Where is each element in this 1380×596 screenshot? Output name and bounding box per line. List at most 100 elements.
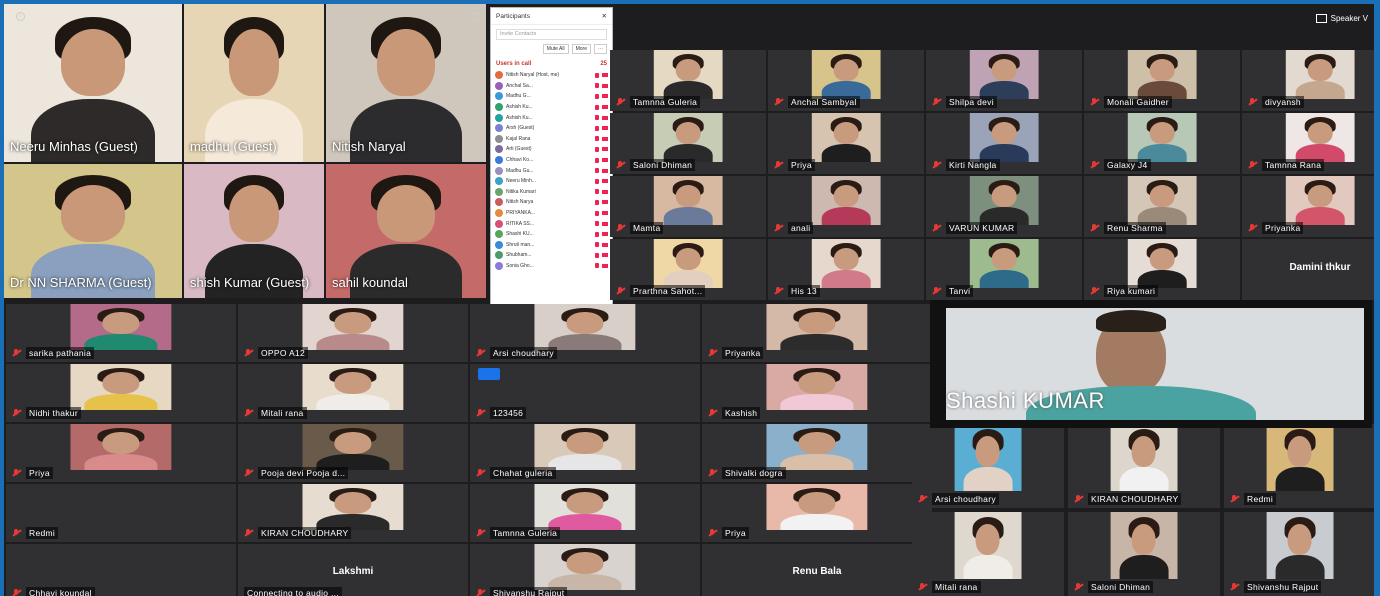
- video-tile[interactable]: divyansh: [1242, 50, 1374, 111]
- featured-video-tile[interactable]: Dr NN SHARMA (Guest): [4, 164, 182, 298]
- mic-muted-icon[interactable]: [595, 199, 599, 205]
- mic-muted-icon[interactable]: [595, 221, 599, 227]
- video-tile[interactable]: Redmi: [6, 484, 236, 542]
- video-off-icon[interactable]: [602, 253, 608, 258]
- video-off-icon[interactable]: [602, 158, 608, 163]
- participant-list-item[interactable]: Sonia Gho...: [491, 261, 612, 272]
- info-icon[interactable]: i: [16, 12, 25, 21]
- close-icon[interactable]: ✕: [602, 12, 607, 20]
- video-off-icon[interactable]: [602, 263, 608, 268]
- video-tile[interactable]: sarika pathania: [6, 304, 236, 362]
- video-tile[interactable]: 123456: [470, 364, 700, 422]
- mic-muted-icon[interactable]: [595, 263, 599, 269]
- video-off-icon[interactable]: [602, 136, 608, 141]
- video-tile[interactable]: Chahat guleria: [470, 424, 700, 482]
- participant-list-item[interactable]: Ashish Ku...: [491, 102, 612, 113]
- mic-muted-icon[interactable]: [595, 168, 599, 174]
- more-options-icon[interactable]: ⋯: [594, 44, 607, 54]
- video-off-icon[interactable]: [602, 242, 608, 247]
- video-tile[interactable]: Mitali rana: [912, 512, 1064, 596]
- mic-muted-icon[interactable]: [595, 83, 599, 89]
- video-off-icon[interactable]: [602, 189, 608, 194]
- video-tile[interactable]: Shivanshu Rajput: [1224, 512, 1374, 596]
- mic-muted-icon[interactable]: [595, 136, 599, 142]
- video-off-icon[interactable]: [602, 73, 608, 78]
- participant-list-item[interactable]: Nitish Naryal (Host, me): [491, 70, 612, 81]
- video-off-icon[interactable]: [602, 115, 608, 120]
- video-tile[interactable]: VARUN KUMAR: [926, 176, 1082, 237]
- video-tile[interactable]: His 13: [768, 239, 924, 300]
- video-off-icon[interactable]: [602, 232, 608, 237]
- video-off-icon[interactable]: [602, 147, 608, 152]
- screen-share-icon[interactable]: [478, 368, 500, 380]
- video-tile[interactable]: Tamnna Rana: [1242, 113, 1374, 174]
- video-off-icon[interactable]: [602, 168, 608, 173]
- video-tile[interactable]: Damini thkur: [1242, 239, 1374, 300]
- participant-list-item[interactable]: Arti (Guest): [491, 144, 612, 155]
- more-button[interactable]: More: [571, 44, 591, 54]
- video-tile[interactable]: Shivalki dogra: [702, 424, 932, 482]
- video-tile[interactable]: Pooja devi Pooja d...: [238, 424, 468, 482]
- video-off-icon[interactable]: [602, 200, 608, 205]
- video-tile[interactable]: Priya: [6, 424, 236, 482]
- video-off-icon[interactable]: [602, 179, 608, 184]
- participant-list-item[interactable]: Anchal Sa...: [491, 81, 612, 92]
- video-tile[interactable]: Mamta: [610, 176, 766, 237]
- video-tile[interactable]: Renu Bala: [702, 544, 932, 596]
- featured-video-tile[interactable]: Nitish Naryal: [326, 4, 486, 162]
- featured-video-tile[interactable]: madhu (Guest): [184, 4, 324, 162]
- participant-list-item[interactable]: Ashish Ku...: [491, 112, 612, 123]
- video-tile[interactable]: anali: [768, 176, 924, 237]
- video-tile[interactable]: Monali Gaidher: [1084, 50, 1240, 111]
- video-off-icon[interactable]: [602, 221, 608, 226]
- featured-video-tile[interactable]: shish Kumar (Guest): [184, 164, 324, 298]
- participant-list-item[interactable]: Nitika Kumari: [491, 187, 612, 198]
- participant-list-item[interactable]: Shubham...: [491, 250, 612, 261]
- users-in-call-section[interactable]: Users in call 25: [491, 58, 612, 70]
- video-tile[interactable]: Tanvi: [926, 239, 1082, 300]
- mic-muted-icon[interactable]: [595, 72, 599, 78]
- video-off-icon[interactable]: [602, 83, 608, 88]
- video-tile[interactable]: Prarthna Sahot...: [610, 239, 766, 300]
- video-tile[interactable]: KIRAN CHOUDHARY: [238, 484, 468, 542]
- speaker-view-button[interactable]: Speaker V: [1315, 14, 1368, 23]
- mic-muted-icon[interactable]: [595, 115, 599, 121]
- video-tile[interactable]: KIRAN CHOUDHARY: [1068, 424, 1220, 508]
- mic-muted-icon[interactable]: [595, 210, 599, 216]
- video-tile[interactable]: Tamnna Guleria: [470, 484, 700, 542]
- mic-muted-icon[interactable]: [595, 146, 599, 152]
- video-tile[interactable]: Priyanka: [1242, 176, 1374, 237]
- featured-video-tile[interactable]: Neeru Minhas (Guest): [4, 4, 182, 162]
- participant-list-item[interactable]: Madhu G...: [491, 91, 612, 102]
- video-tile[interactable]: Kirti Nangla: [926, 113, 1082, 174]
- video-tile[interactable]: Arsi choudhary: [470, 304, 700, 362]
- video-tile[interactable]: Arsi choudhary: [912, 424, 1064, 508]
- participant-list-item[interactable]: Chhavi Ko...: [491, 155, 612, 166]
- mic-muted-icon[interactable]: [595, 125, 599, 131]
- video-tile[interactable]: Riya kumari: [1084, 239, 1240, 300]
- mic-muted-icon[interactable]: [595, 252, 599, 258]
- participant-list-item[interactable]: Kajal Rana: [491, 134, 612, 145]
- participant-list-item[interactable]: Nitish Narya: [491, 197, 612, 208]
- mic-muted-icon[interactable]: [595, 231, 599, 237]
- video-tile[interactable]: Lakshmi Connecting to audio ...: [238, 544, 468, 596]
- video-tile[interactable]: Nidhi thakur: [6, 364, 236, 422]
- video-tile[interactable]: Shivanshu Rajput: [470, 544, 700, 596]
- mic-muted-icon[interactable]: [595, 104, 599, 110]
- participant-list-item[interactable]: Shashi KU...: [491, 229, 612, 240]
- participant-list-item[interactable]: Madhu Gu...: [491, 165, 612, 176]
- participant-list-item[interactable]: PRIYANKA...: [491, 208, 612, 219]
- participant-list-item[interactable]: RITIKA SS...: [491, 218, 612, 229]
- participant-list-item[interactable]: Neeru Minh...: [491, 176, 612, 187]
- video-tile[interactable]: Redmi: [1224, 424, 1374, 508]
- participant-list-item[interactable]: Shruti man...: [491, 240, 612, 251]
- video-tile[interactable]: Priya: [702, 484, 932, 542]
- video-tile[interactable]: Priyanka: [702, 304, 932, 362]
- mic-muted-icon[interactable]: [595, 93, 599, 99]
- mic-muted-icon[interactable]: [595, 189, 599, 195]
- video-tile[interactable]: Renu Sharma: [1084, 176, 1240, 237]
- video-tile[interactable]: Priya: [768, 113, 924, 174]
- featured-video-tile[interactable]: sahil koundal: [326, 164, 486, 298]
- video-off-icon[interactable]: [602, 94, 608, 99]
- video-tile[interactable]: OPPO A12: [238, 304, 468, 362]
